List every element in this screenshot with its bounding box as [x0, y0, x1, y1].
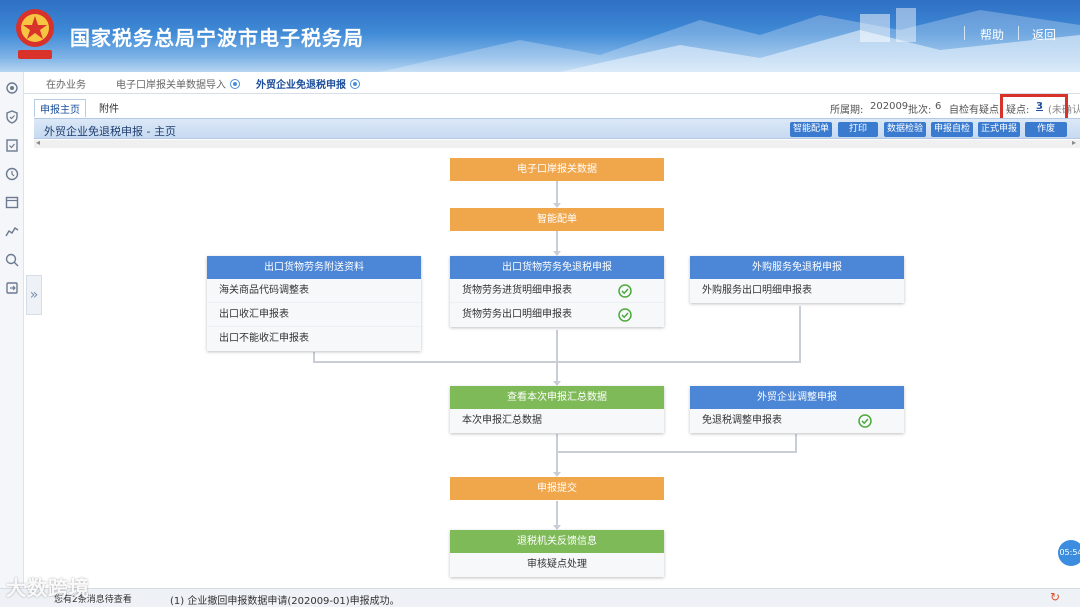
period-label: 所属期: — [830, 105, 864, 116]
export-refund-card: 出口货物劳务免退税申报 货物劳务进货明细申报表 货物劳务出口明细申报表 — [450, 256, 664, 327]
export-docs-card: 出口货物劳务附送资料 海关商品代码调整表 出口收汇申报表 出口不能收汇申报表 — [207, 256, 421, 351]
expand-sidebar-button[interactable]: » — [26, 275, 42, 315]
card-header: 查看本次申报汇总数据 — [450, 386, 664, 409]
header-divider — [1018, 26, 1019, 40]
clipboard-check-icon[interactable] — [4, 137, 20, 153]
app-header: 国家税务总局宁波市电子税务局 帮助 返回 — [0, 0, 1080, 72]
check-circle-icon — [618, 308, 632, 322]
clock-icon[interactable] — [4, 166, 20, 182]
tab-label: 外贸企业免退税申报 — [256, 80, 346, 91]
scroll-left-icon[interactable]: ◂ — [36, 138, 40, 147]
batch-label: 批次: — [908, 105, 932, 116]
list-item[interactable]: 审核疑点处理 — [450, 553, 664, 577]
list-item[interactable]: 免退税调整申报表 — [690, 409, 904, 433]
tab-attachment[interactable]: 附件 — [94, 99, 124, 116]
selfcheck-label: 自检有疑点 — [949, 105, 999, 116]
close-tab-icon[interactable] — [230, 79, 240, 89]
chart-icon[interactable] — [4, 223, 20, 239]
horizontal-scrollbar[interactable]: ◂ ▸ — [34, 138, 1080, 148]
card-header: 出口货物劳务免退税申报 — [450, 256, 664, 279]
tab-label: 在办业务 — [46, 80, 86, 91]
data-check-button[interactable]: 数据检验 — [884, 122, 926, 137]
list-item[interactable]: 货物劳务进货明细申报表 — [450, 279, 664, 303]
back-link[interactable]: 返回 — [1032, 26, 1056, 43]
check-circle-icon — [618, 284, 632, 298]
shield-icon[interactable] — [4, 109, 20, 125]
card-header: 出口货物劳务附送资料 — [207, 256, 421, 279]
page-title-bar: 外贸企业免退税申报 - 主页 智能配单 打印 数据检验 申报自检 正式申报 作废 — [34, 118, 1080, 139]
sub-tab-bar: 申报主页 附件 所属期: 202009 批次: 6 自检有疑点 疑点: 3 (未… — [24, 96, 1080, 118]
tab-customs-import[interactable]: 电子口岸报关单数据导入 — [116, 76, 240, 91]
list-item[interactable]: 出口不能收汇申报表 — [207, 327, 421, 351]
feedback-card: 退税机关反馈信息 审核疑点处理 — [450, 530, 664, 577]
card-header: 外贸企业调整申报 — [690, 386, 904, 409]
row-label: 免退税调整申报表 — [702, 415, 782, 426]
submit-node[interactable]: 申报提交 — [450, 477, 664, 500]
scroll-right-icon[interactable]: ▸ — [1072, 138, 1076, 147]
list-item[interactable]: 出口收汇申报表 — [207, 303, 421, 327]
period-value: 202009 — [870, 101, 909, 112]
void-button[interactable]: 作废 — [1025, 122, 1067, 137]
row-label: 货物劳务出口明细申报表 — [462, 309, 572, 320]
status-footer: 您有2条消息待查看 (1) 企业撤回申报数据申请(202009-01)申报成功。 — [0, 588, 1080, 607]
left-sidebar — [0, 72, 24, 607]
service-refund-card: 外购服务免退税申报 外购服务出口明细申报表 — [690, 256, 904, 303]
tab-main-page[interactable]: 申报主页 — [34, 99, 86, 117]
list-item[interactable]: 外购服务出口明细申报表 — [690, 279, 904, 303]
smart-match-button[interactable]: 智能配单 — [790, 122, 832, 137]
self-check-button[interactable]: 申报自检 — [931, 122, 973, 137]
calendar-icon[interactable] — [4, 194, 20, 210]
customs-data-node[interactable]: 电子口岸报关数据 — [450, 158, 664, 181]
status-message: (1) 企业撤回申报数据申请(202009-01)申报成功。 — [170, 596, 400, 607]
summary-card: 查看本次申报汇总数据 本次申报汇总数据 — [450, 386, 664, 433]
tab-in-progress[interactable]: 在办业务 — [46, 76, 86, 91]
top-tab-bar: 在办业务 电子口岸报关单数据导入 外贸企业免退税申报 — [24, 72, 1080, 94]
search-icon[interactable] — [4, 252, 20, 268]
timer-bubble[interactable]: 05:54 — [1058, 540, 1080, 566]
check-circle-icon — [858, 414, 872, 428]
list-item[interactable]: 货物劳务出口明细申报表 — [450, 303, 664, 327]
logout-icon[interactable] — [4, 280, 20, 296]
formal-declare-button[interactable]: 正式申报 — [978, 122, 1020, 137]
row-label: 货物劳务进货明细申报表 — [462, 285, 572, 296]
list-item[interactable]: 海关商品代码调整表 — [207, 279, 421, 303]
close-tab-icon[interactable] — [350, 79, 360, 89]
refresh-icon[interactable]: ↻ — [1050, 590, 1060, 604]
smart-match-node[interactable]: 智能配单 — [450, 208, 664, 231]
batch-value: 6 — [935, 101, 942, 112]
card-header: 退税机关反馈信息 — [450, 530, 664, 553]
card-header: 外购服务免退税申报 — [690, 256, 904, 279]
help-link[interactable]: 帮助 — [980, 26, 1004, 43]
list-item[interactable]: 本次申报汇总数据 — [450, 409, 664, 433]
settings-icon[interactable] — [4, 80, 20, 96]
watermark-logo: 大数跨境 — [6, 576, 90, 600]
header-divider — [964, 26, 965, 40]
tax-emblem-logo — [16, 9, 54, 59]
app-title: 国家税务总局宁波市电子税务局 — [70, 26, 364, 50]
print-button[interactable]: 打印 — [838, 122, 878, 137]
tab-label: 电子口岸报关单数据导入 — [116, 80, 226, 91]
tab-refund-declaration[interactable]: 外贸企业免退税申报 — [256, 76, 360, 91]
page-title: 外贸企业免退税申报 - 主页 — [44, 125, 176, 138]
adjust-card: 外贸企业调整申报 免退税调整申报表 — [690, 386, 904, 433]
